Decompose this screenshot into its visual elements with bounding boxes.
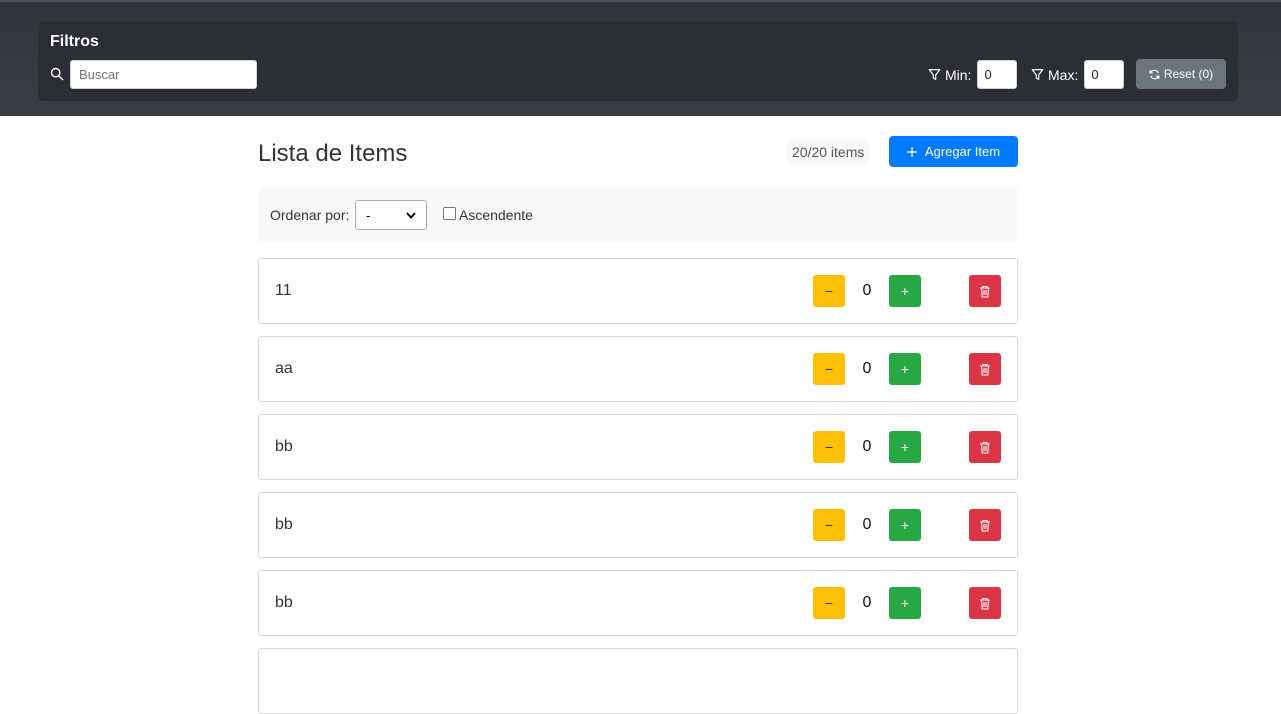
item-quantity: 0 [862, 516, 872, 533]
item-quantity: 0 [862, 360, 872, 377]
sort-selected-value: - [366, 207, 371, 223]
delete-button[interactable] [969, 587, 1001, 619]
max-label: Max: [1048, 66, 1079, 83]
item-name: bb [275, 438, 293, 455]
list-item: bb − 0 + [258, 570, 1018, 636]
delete-button[interactable] [969, 353, 1001, 385]
delete-button[interactable] [969, 431, 1001, 463]
increment-button[interactable]: + [889, 587, 921, 619]
item-quantity: 0 [862, 282, 872, 299]
list-item: bb − 0 + [258, 414, 1018, 480]
item-name: bb [275, 594, 293, 611]
refresh-icon [1149, 69, 1160, 79]
list-item: 11 − 0 + [258, 258, 1018, 324]
trash-icon [980, 519, 990, 532]
trash-icon [980, 363, 990, 376]
reset-button[interactable]: Reset (0) [1136, 59, 1226, 89]
ascending-checkbox[interactable] [443, 207, 456, 220]
max-filter: Max: [1031, 60, 1125, 89]
trash-icon [980, 285, 990, 298]
list-item: aa − 0 + [258, 336, 1018, 402]
add-item-label: Agregar Item [924, 144, 1001, 159]
delete-button[interactable] [969, 275, 1001, 307]
decrement-button[interactable]: − [813, 275, 845, 307]
increment-button[interactable]: + [889, 353, 921, 385]
list-item-partial [258, 648, 1018, 714]
list-item: bb − 0 + [258, 492, 1018, 558]
increment-button[interactable]: + [889, 509, 921, 541]
search-input[interactable] [70, 60, 257, 89]
funnel-icon [1031, 69, 1044, 80]
item-quantity: 0 [862, 438, 872, 455]
increment-button[interactable]: + [889, 275, 921, 307]
filters-header-band: Filtros Min: Max: [0, 0, 1281, 116]
trash-icon [980, 597, 990, 610]
decrement-button[interactable]: − [813, 431, 845, 463]
filters-title: Filtros [50, 33, 99, 50]
sort-label: Ordenar por: [270, 207, 350, 223]
page-title: Lista de Items [258, 140, 408, 167]
chevron-down-icon [406, 211, 416, 219]
trash-icon [980, 441, 990, 454]
decrement-button[interactable]: − [813, 509, 845, 541]
min-input[interactable] [977, 60, 1018, 89]
item-name: 11 [275, 282, 292, 299]
plus-icon [906, 146, 917, 157]
delete-button[interactable] [969, 509, 1001, 541]
item-name: bb [275, 516, 293, 533]
item-name: aa [275, 360, 293, 377]
decrement-button[interactable]: − [813, 587, 845, 619]
search-icon [50, 67, 64, 81]
max-input[interactable] [1084, 60, 1125, 89]
ascending-label: Ascendente [459, 207, 533, 223]
add-item-button[interactable]: Agregar Item [889, 136, 1018, 167]
min-label: Min: [945, 66, 972, 83]
funnel-icon [928, 69, 941, 80]
decrement-button[interactable]: − [813, 353, 845, 385]
sort-select[interactable]: - [355, 200, 427, 230]
increment-button[interactable]: + [889, 431, 921, 463]
min-filter: Min: [928, 60, 1018, 89]
filters-card: Filtros Min: Max: [38, 21, 1238, 101]
item-count-badge: 20/20 items [786, 139, 871, 165]
item-quantity: 0 [862, 594, 872, 611]
sort-bar: Ordenar por: - Ascendente [258, 187, 1018, 242]
reset-label: Reset (0) [1163, 67, 1214, 81]
